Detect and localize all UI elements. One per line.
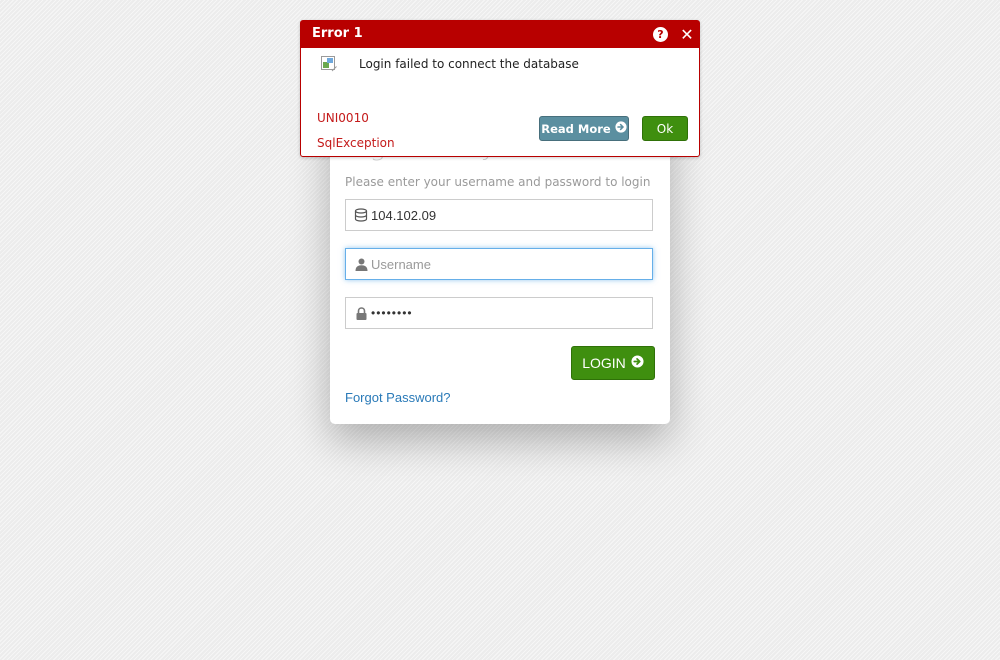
server-input[interactable] [371,200,647,230]
user-icon [354,257,368,271]
login-button[interactable]: LOGIN [571,346,655,380]
password-field[interactable] [345,297,653,329]
forgot-password-link[interactable]: Forgot Password? [345,390,451,405]
arrow-circle-right-icon [615,121,627,136]
close-icon[interactable]: ✕ [679,25,695,44]
login-button-label: LOGIN [582,355,626,371]
ok-label: Ok [656,121,674,136]
error-dialog: Error 1 ? ✕ Login failed to connect the … [300,20,700,157]
error-dialog-title: Error 1 [312,26,363,41]
username-input[interactable] [371,249,647,279]
lock-icon [354,306,368,320]
question-circle-icon[interactable]: ? [653,27,668,42]
read-more-button[interactable]: Read More [539,116,629,141]
error-dialog-header: Error 1 ? ✕ [301,21,699,48]
server-field[interactable] [345,199,653,231]
error-exception-type: SqlException [317,136,395,150]
username-field[interactable] [345,248,653,280]
broken-image-icon [321,56,337,72]
password-input[interactable] [371,298,647,328]
ok-button[interactable]: Ok [642,116,688,141]
database-icon [354,208,368,222]
login-subtitle: Please enter your username and password … [345,175,651,189]
error-code: UNI0010 [317,111,369,125]
read-more-label: Read More [541,121,611,136]
error-message: Login failed to connect the database [359,57,579,71]
arrow-circle-right-icon [631,355,644,371]
